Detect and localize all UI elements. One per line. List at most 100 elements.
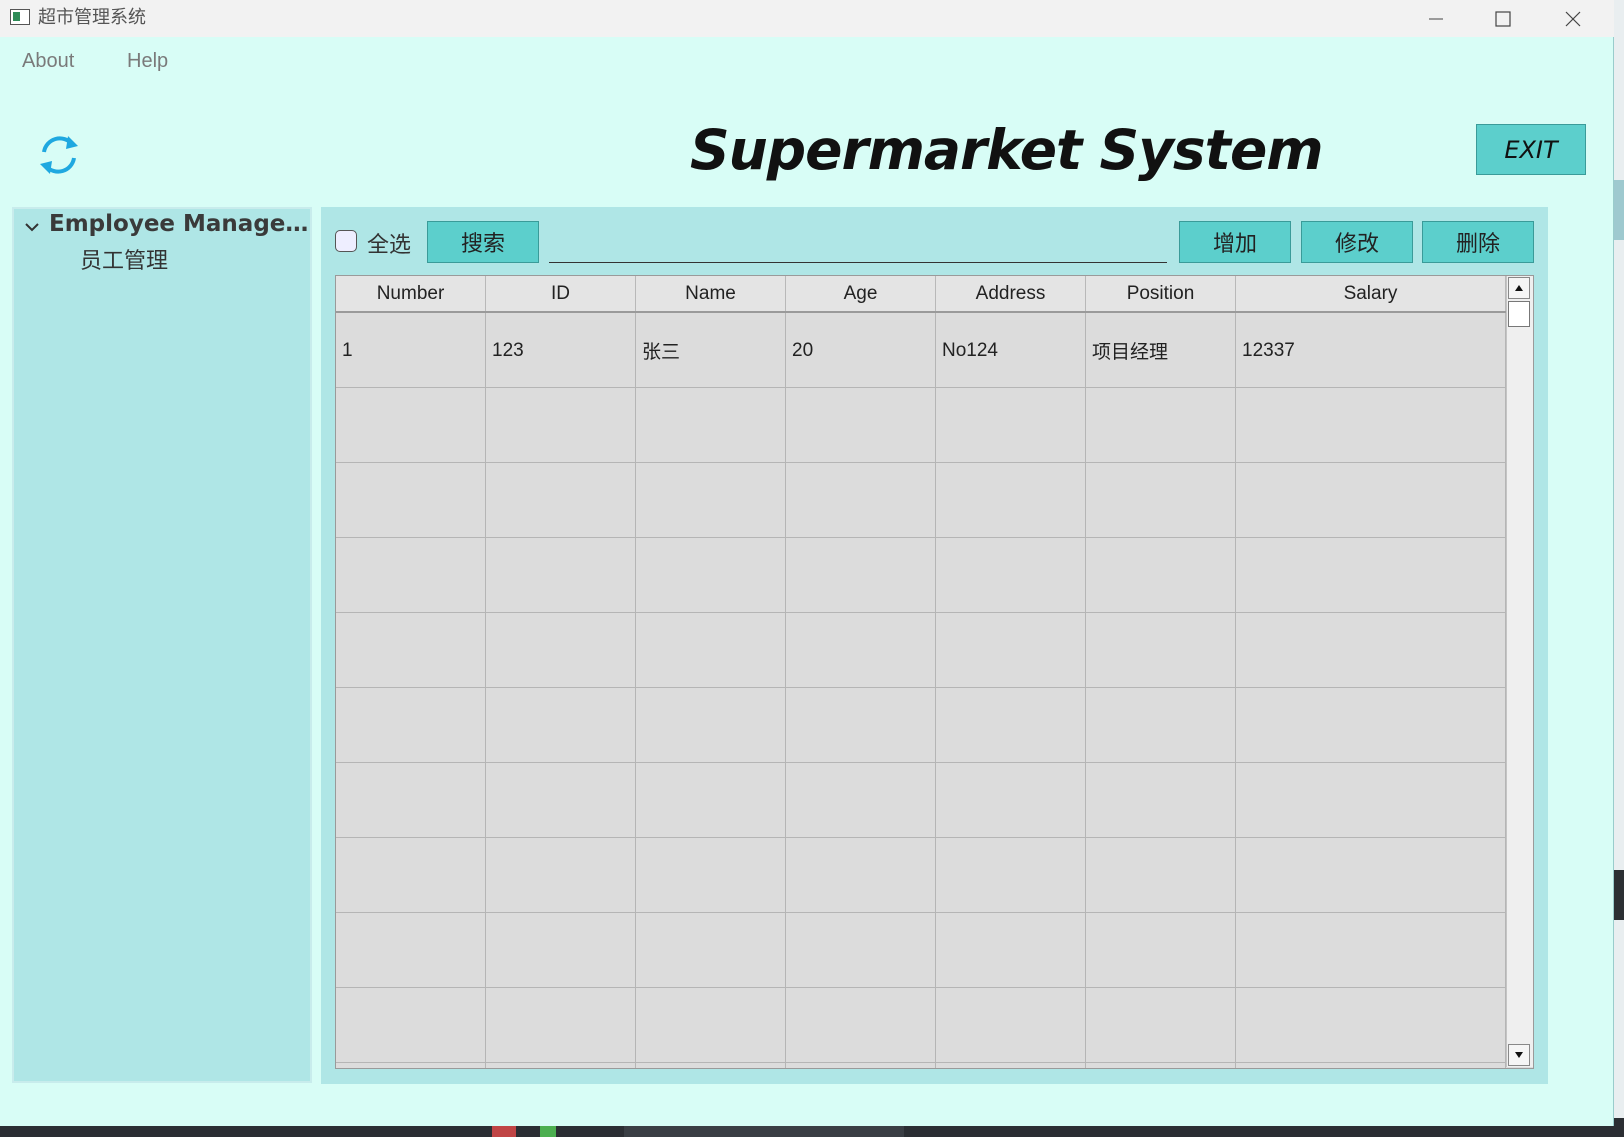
table-cell[interactable] — [486, 838, 636, 913]
table-cell[interactable] — [486, 988, 636, 1063]
table-cell[interactable] — [936, 463, 1086, 538]
tree-root-employee-management[interactable]: Employee Managem... — [49, 211, 311, 237]
table-cell[interactable] — [486, 538, 636, 613]
minimize-button[interactable] — [1406, 0, 1466, 37]
table-cell[interactable] — [1086, 763, 1236, 838]
scroll-down-button[interactable] — [1508, 1044, 1530, 1066]
refresh-button[interactable] — [34, 130, 84, 180]
table-row[interactable] — [336, 988, 1506, 1063]
table-row[interactable]: 1 123 张三 20 No124 项目经理 12337 — [336, 313, 1506, 388]
table-cell[interactable] — [636, 388, 786, 463]
table-cell[interactable] — [786, 538, 936, 613]
table-row[interactable] — [336, 838, 1506, 913]
table-cell[interactable] — [1236, 688, 1506, 763]
table-cell[interactable] — [486, 913, 636, 988]
table-cell[interactable] — [786, 988, 936, 1063]
table-cell[interactable] — [486, 613, 636, 688]
table-cell[interactable] — [336, 1063, 486, 1068]
table-cell[interactable] — [336, 988, 486, 1063]
table-row[interactable] — [336, 1063, 1506, 1068]
table-cell[interactable] — [1086, 388, 1236, 463]
table-cell[interactable] — [336, 388, 486, 463]
table-cell[interactable]: 张三 — [636, 313, 786, 388]
table-cell[interactable]: 1 — [336, 313, 486, 388]
table-cell[interactable] — [936, 1063, 1086, 1068]
table-cell[interactable] — [1236, 388, 1506, 463]
tree-item-employee-manage[interactable]: 员工管理 — [80, 243, 168, 275]
table-cell[interactable] — [1236, 613, 1506, 688]
menu-help[interactable]: Help — [127, 50, 168, 73]
table-cell[interactable]: 123 — [486, 313, 636, 388]
table-cell[interactable] — [336, 763, 486, 838]
table-cell[interactable] — [1236, 913, 1506, 988]
table-cell[interactable] — [786, 613, 936, 688]
table-cell[interactable] — [1086, 613, 1236, 688]
table-cell[interactable] — [486, 763, 636, 838]
table-cell[interactable] — [936, 838, 1086, 913]
table-cell[interactable] — [486, 463, 636, 538]
table-cell[interactable] — [1236, 838, 1506, 913]
table-cell[interactable] — [936, 688, 1086, 763]
column-header-age[interactable]: Age — [786, 276, 936, 311]
table-cell[interactable] — [786, 838, 936, 913]
table-cell[interactable] — [336, 688, 486, 763]
table-cell[interactable]: No124 — [936, 313, 1086, 388]
close-button[interactable] — [1543, 0, 1603, 37]
chevron-down-icon[interactable] — [22, 217, 42, 237]
table-cell[interactable] — [486, 388, 636, 463]
table-cell[interactable] — [1236, 1063, 1506, 1068]
table-row[interactable] — [336, 463, 1506, 538]
table-cell[interactable] — [636, 688, 786, 763]
table-cell[interactable] — [936, 763, 1086, 838]
add-button[interactable]: 增加 — [1179, 221, 1291, 263]
table-cell[interactable] — [1086, 913, 1236, 988]
table-cell[interactable] — [936, 388, 1086, 463]
table-cell[interactable] — [786, 1063, 936, 1068]
table-row[interactable] — [336, 538, 1506, 613]
table-cell[interactable] — [936, 613, 1086, 688]
table-cell[interactable] — [1236, 988, 1506, 1063]
table-cell[interactable] — [636, 538, 786, 613]
vertical-scrollbar[interactable] — [1506, 276, 1533, 1067]
table-cell[interactable] — [1236, 538, 1506, 613]
table-cell[interactable]: 12337 — [1236, 313, 1506, 388]
maximize-button[interactable] — [1473, 0, 1533, 37]
table-cell[interactable]: 20 — [786, 313, 936, 388]
table-cell[interactable] — [636, 463, 786, 538]
table-cell[interactable] — [1236, 763, 1506, 838]
table-cell[interactable] — [1086, 1063, 1236, 1068]
column-header-number[interactable]: Number — [336, 276, 486, 311]
select-all-checkbox[interactable] — [335, 230, 357, 252]
table-cell[interactable] — [486, 1063, 636, 1068]
table-cell[interactable]: 项目经理 — [1086, 313, 1236, 388]
column-header-salary[interactable]: Salary — [1236, 276, 1506, 311]
table-cell[interactable] — [336, 538, 486, 613]
scroll-up-button[interactable] — [1508, 277, 1530, 299]
column-header-name[interactable]: Name — [636, 276, 786, 311]
select-all-label[interactable]: 全选 — [367, 227, 411, 259]
column-header-position[interactable]: Position — [1086, 276, 1236, 311]
menu-about[interactable]: About — [22, 50, 74, 73]
edit-button[interactable]: 修改 — [1301, 221, 1413, 263]
table-row[interactable] — [336, 763, 1506, 838]
table-cell[interactable] — [936, 913, 1086, 988]
employee-table[interactable]: Number ID Name Age Address Position Sala… — [335, 275, 1534, 1069]
table-cell[interactable] — [336, 913, 486, 988]
table-cell[interactable] — [1086, 463, 1236, 538]
table-cell[interactable] — [336, 463, 486, 538]
table-row[interactable] — [336, 913, 1506, 988]
table-cell[interactable] — [786, 913, 936, 988]
table-cell[interactable] — [1086, 688, 1236, 763]
table-cell[interactable] — [1086, 988, 1236, 1063]
search-input[interactable] — [549, 227, 1167, 263]
table-cell[interactable] — [786, 463, 936, 538]
table-cell[interactable] — [636, 913, 786, 988]
delete-button[interactable]: 删除 — [1422, 221, 1534, 263]
table-row[interactable] — [336, 613, 1506, 688]
table-cell[interactable] — [336, 838, 486, 913]
table-row[interactable] — [336, 388, 1506, 463]
table-cell[interactable] — [786, 688, 936, 763]
scrollbar-thumb[interactable] — [1508, 301, 1530, 327]
table-cell[interactable] — [636, 763, 786, 838]
table-cell[interactable] — [1236, 463, 1506, 538]
